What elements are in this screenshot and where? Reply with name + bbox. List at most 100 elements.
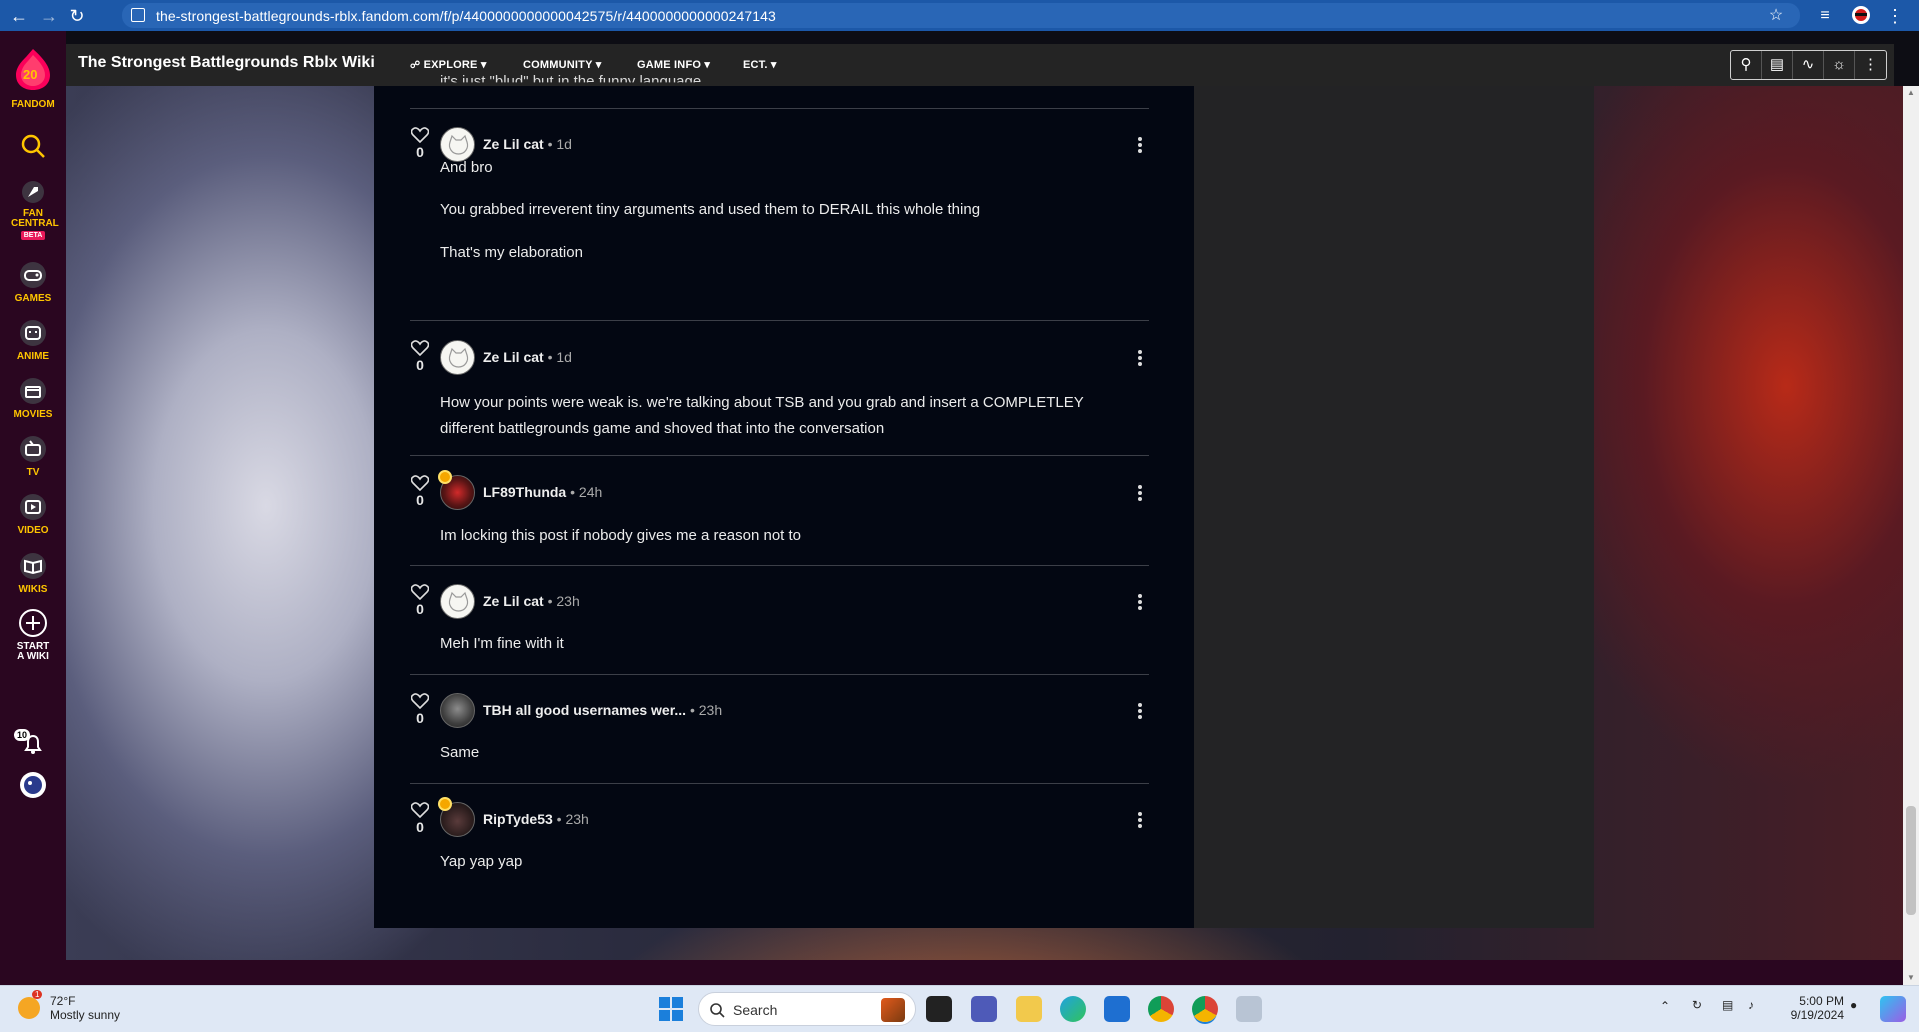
- reply-menu-icon[interactable]: [1137, 592, 1143, 612]
- chrome-profile-icon[interactable]: [1192, 996, 1218, 1022]
- theme-toggle-icon[interactable]: ☼: [1824, 51, 1855, 79]
- browser-menu-icon[interactable]: ⋮: [1884, 5, 1906, 27]
- wiki-title[interactable]: The Strongest Battlegrounds Rblx Wiki: [78, 54, 375, 72]
- weather-temp: 72°F: [50, 994, 76, 1008]
- chevron-down-icon: ▾: [770, 59, 777, 71]
- wiki-header: The Strongest Battlegrounds Rblx Wiki ☍ …: [66, 44, 1894, 86]
- reply-text: Im locking this post if nobody gives me …: [440, 527, 802, 544]
- reply-divider: [410, 674, 1149, 675]
- like-button[interactable]: 0: [410, 475, 430, 508]
- like-button[interactable]: 0: [410, 340, 430, 373]
- chevron-down-icon: ▾: [480, 59, 487, 71]
- wiki-book-icon[interactable]: ▤: [1762, 51, 1793, 79]
- rail-label-games: GAMES: [14, 293, 52, 304]
- back-icon[interactable]: ←: [8, 5, 30, 27]
- scroll-down-icon[interactable]: ▼: [1903, 971, 1919, 985]
- task-view-icon[interactable]: [926, 996, 952, 1022]
- rocket-icon: [22, 181, 44, 203]
- user-avatar[interactable]: [0, 771, 66, 803]
- like-button[interactable]: 0: [410, 802, 430, 835]
- like-count: 0: [416, 144, 424, 160]
- clock[interactable]: 5:00 PM 9/19/2024: [1772, 994, 1844, 1022]
- reply-menu-icon[interactable]: [1137, 135, 1143, 155]
- reply-divider: [410, 783, 1149, 784]
- app-icon[interactable]: [1236, 996, 1262, 1022]
- like-button[interactable]: 0: [410, 693, 430, 726]
- site-info-icon[interactable]: [131, 8, 145, 22]
- weather-alert-badge: 1: [32, 990, 43, 999]
- reply-author[interactable]: TBH all good usernames wer... • 23h: [483, 702, 722, 718]
- search-highlight-icon: [881, 998, 905, 1022]
- reply-text: That's my elaboration: [440, 244, 583, 261]
- reply-author[interactable]: Ze Lil cat • 23h: [483, 593, 580, 609]
- scroll-thumb[interactable]: [1906, 806, 1916, 915]
- volume-icon[interactable]: ♪: [1748, 998, 1754, 1012]
- rail-item-wikis[interactable]: WIKIS: [0, 552, 66, 595]
- rail-item-video[interactable]: VIDEO: [0, 493, 66, 536]
- profile-avatar[interactable]: [1850, 5, 1872, 27]
- taskbar-search[interactable]: Search: [698, 992, 916, 1026]
- rail-item-anime[interactable]: ANIME: [0, 319, 66, 362]
- page-scrollbar[interactable]: ▲ ▼: [1903, 86, 1919, 985]
- nav-game-info-label: GAME INFO: [637, 59, 702, 71]
- reply-menu-icon[interactable]: [1137, 483, 1143, 503]
- rail-item-tv[interactable]: TV: [0, 435, 66, 478]
- reply-timestamp: 1d: [556, 136, 572, 152]
- compass-icon: ☍: [410, 60, 421, 71]
- author-name: LF89Thunda: [483, 484, 567, 500]
- forward-icon[interactable]: →: [38, 5, 60, 27]
- media-control-icon[interactable]: ≡: [1814, 5, 1836, 27]
- activity-icon[interactable]: ∿: [1793, 51, 1824, 79]
- network-icon[interactable]: ▤: [1722, 998, 1733, 1012]
- clock-date: 9/19/2024: [1790, 1008, 1844, 1022]
- sync-icon[interactable]: ↻: [1692, 998, 1702, 1012]
- rail-item-movies[interactable]: MOVIES: [0, 377, 66, 420]
- notification-bell-icon[interactable]: ●: [1850, 998, 1857, 1012]
- fandom-logo[interactable]: 20: [14, 47, 52, 91]
- reply-author[interactable]: Ze Lil cat • 1d: [483, 136, 572, 152]
- nav-explore[interactable]: ☍ EXPLORE ▾: [410, 58, 487, 71]
- play-icon: [20, 494, 46, 520]
- reply-timestamp: 24h: [578, 484, 603, 500]
- chevron-down-icon: ▾: [704, 59, 711, 71]
- like-count: 0: [416, 710, 424, 726]
- nav-game-info[interactable]: GAME INFO ▾: [637, 58, 710, 71]
- bookmark-star-icon[interactable]: ☆: [1765, 5, 1787, 27]
- teams-icon[interactable]: [971, 996, 997, 1022]
- reply-author[interactable]: RipTyde53 • 23h: [483, 811, 589, 827]
- tray-chevron-icon[interactable]: ⌃: [1660, 999, 1670, 1013]
- reply-menu-icon[interactable]: [1137, 701, 1143, 721]
- reply-author[interactable]: LF89Thunda • 24h: [483, 484, 602, 500]
- avatar[interactable]: [440, 340, 475, 375]
- avatar[interactable]: [440, 693, 475, 728]
- wiki-search-icon[interactable]: ⚲: [1731, 51, 1762, 79]
- avatar[interactable]: [440, 584, 475, 619]
- weather-desc: Mostly sunny: [50, 1008, 121, 1022]
- scroll-up-icon[interactable]: ▲: [1903, 86, 1919, 100]
- rail-label-start-a-wiki: START A WIKI: [16, 641, 50, 662]
- rail-item-games[interactable]: GAMES: [0, 261, 66, 304]
- windows-start-icon[interactable]: [658, 996, 684, 1022]
- chrome-icon[interactable]: [1148, 996, 1174, 1022]
- nav-ect[interactable]: ECT. ▾: [743, 58, 777, 71]
- author-name: RipTyde53: [483, 811, 553, 827]
- rail-item-fan-central[interactable]: FAN CENTRAL BETA: [0, 179, 66, 240]
- more-options-icon[interactable]: ⋮: [1855, 51, 1886, 79]
- like-button[interactable]: 0: [410, 127, 430, 160]
- reply-author[interactable]: Ze Lil cat • 1d: [483, 349, 572, 365]
- search-icon[interactable]: [0, 133, 66, 163]
- file-explorer-icon[interactable]: [1016, 996, 1042, 1022]
- reply-menu-icon[interactable]: [1137, 348, 1143, 368]
- reload-icon[interactable]: ↻: [66, 5, 88, 27]
- reply-menu-icon[interactable]: [1137, 810, 1143, 830]
- nav-community-label: COMMUNITY: [523, 59, 593, 71]
- url-text[interactable]: the-strongest-battlegrounds-rblx.fandom.…: [156, 8, 776, 24]
- copilot-icon[interactable]: [1880, 996, 1906, 1022]
- edge-icon[interactable]: [1060, 996, 1086, 1022]
- rail-item-start-a-wiki[interactable]: START A WIKI: [0, 608, 66, 662]
- like-button[interactable]: 0: [410, 584, 430, 617]
- notifications-bell[interactable]: 10: [0, 729, 66, 761]
- nav-community[interactable]: COMMUNITY ▾: [523, 58, 601, 71]
- book-icon: [20, 553, 46, 579]
- store-icon[interactable]: [1104, 996, 1130, 1022]
